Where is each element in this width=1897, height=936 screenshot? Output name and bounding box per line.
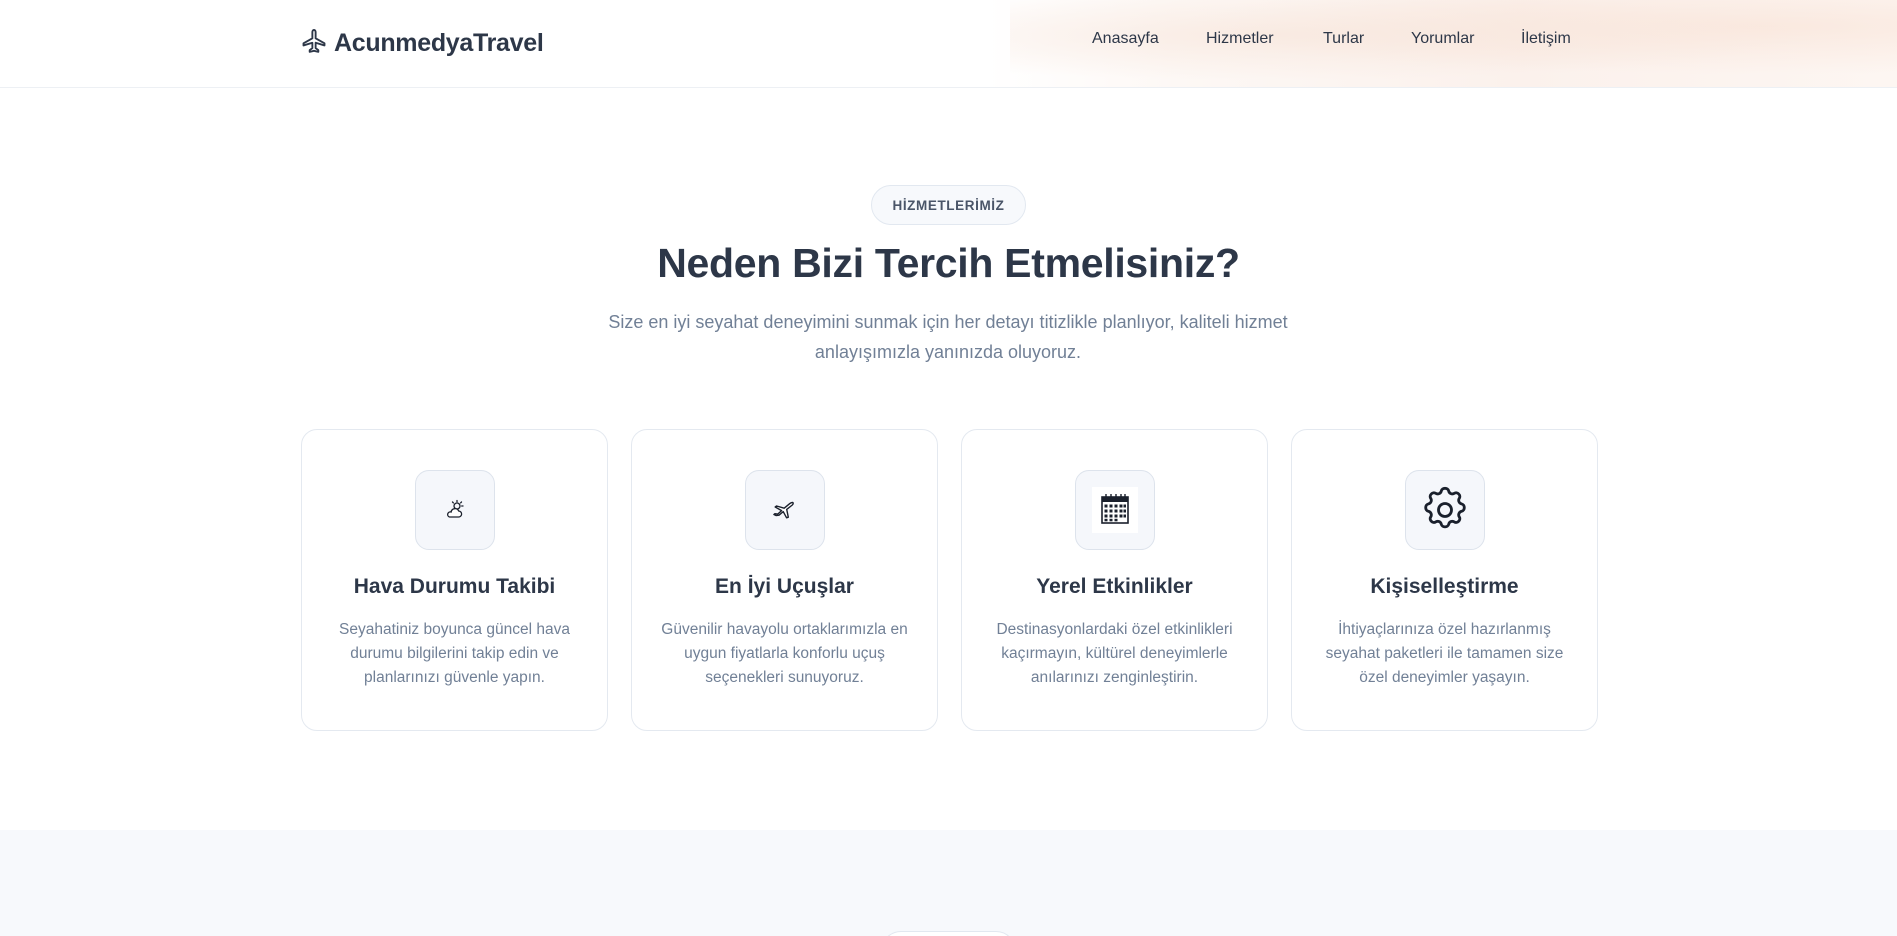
section-badge: HİZMETLERİMİZ — [871, 185, 1026, 225]
nav-link-iletisim[interactable]: İletişim — [1521, 30, 1571, 48]
site-header: AcunmedyaTravel Anasayfa Hizmetler Turla… — [0, 0, 1897, 88]
card-description: Güvenilir havayolu ortaklarımızla en uyg… — [661, 621, 908, 686]
airplane-icon — [745, 470, 825, 550]
gear-icon — [1405, 470, 1485, 550]
card-title: Yerel Etkinlikler — [1036, 575, 1193, 598]
service-card-weather: Hava Durumu Takibi Seyahatiniz boyunca g… — [301, 429, 608, 731]
service-card-events: Yerel Etkinlikler Destinasyonlardaki öze… — [961, 429, 1268, 731]
nav-link-anasayfa[interactable]: Anasayfa — [1092, 30, 1159, 48]
brand-name: AcunmedyaTravel — [334, 28, 544, 57]
next-section-badge — [881, 931, 1016, 936]
service-card-personalization: Kişiselleştirme İhtiyaçlarınıza özel haz… — [1291, 429, 1598, 731]
section-title: Neden Bizi Tercih Etmelisiniz? — [657, 240, 1240, 286]
calendar-icon — [1075, 470, 1155, 550]
card-description: Seyahatiniz boyunca güncel hava durumu b… — [339, 621, 570, 686]
next-section — [0, 830, 1897, 936]
section-subtitle: Size en iyi seyahat deneyimini sunmak iç… — [608, 312, 1288, 362]
service-card-flights: En İyi Uçuşlar Güvenilir havayolu ortakl… — [631, 429, 938, 731]
card-title: Kişiselleştirme — [1370, 575, 1519, 598]
main-nav: Anasayfa Hizmetler Turlar Yorumlar İleti… — [1092, 30, 1592, 54]
nav-link-yorumlar[interactable]: Yorumlar — [1411, 30, 1474, 48]
sun-behind-cloud-icon — [415, 470, 495, 550]
card-title: Hava Durumu Takibi — [353, 575, 556, 598]
airplane-icon — [300, 27, 328, 60]
card-description: İhtiyaçlarınıza özel hazırlanmış seyahat… — [1325, 621, 1564, 686]
nav-link-turlar[interactable]: Turlar — [1323, 30, 1364, 48]
card-description: Destinasyonlardaki özel etkinlikleri kaç… — [996, 621, 1233, 686]
brand-logo[interactable]: AcunmedyaTravel — [300, 26, 544, 60]
card-title: En İyi Uçuşlar — [715, 575, 854, 598]
nav-link-hizmetler[interactable]: Hizmetler — [1206, 30, 1274, 48]
